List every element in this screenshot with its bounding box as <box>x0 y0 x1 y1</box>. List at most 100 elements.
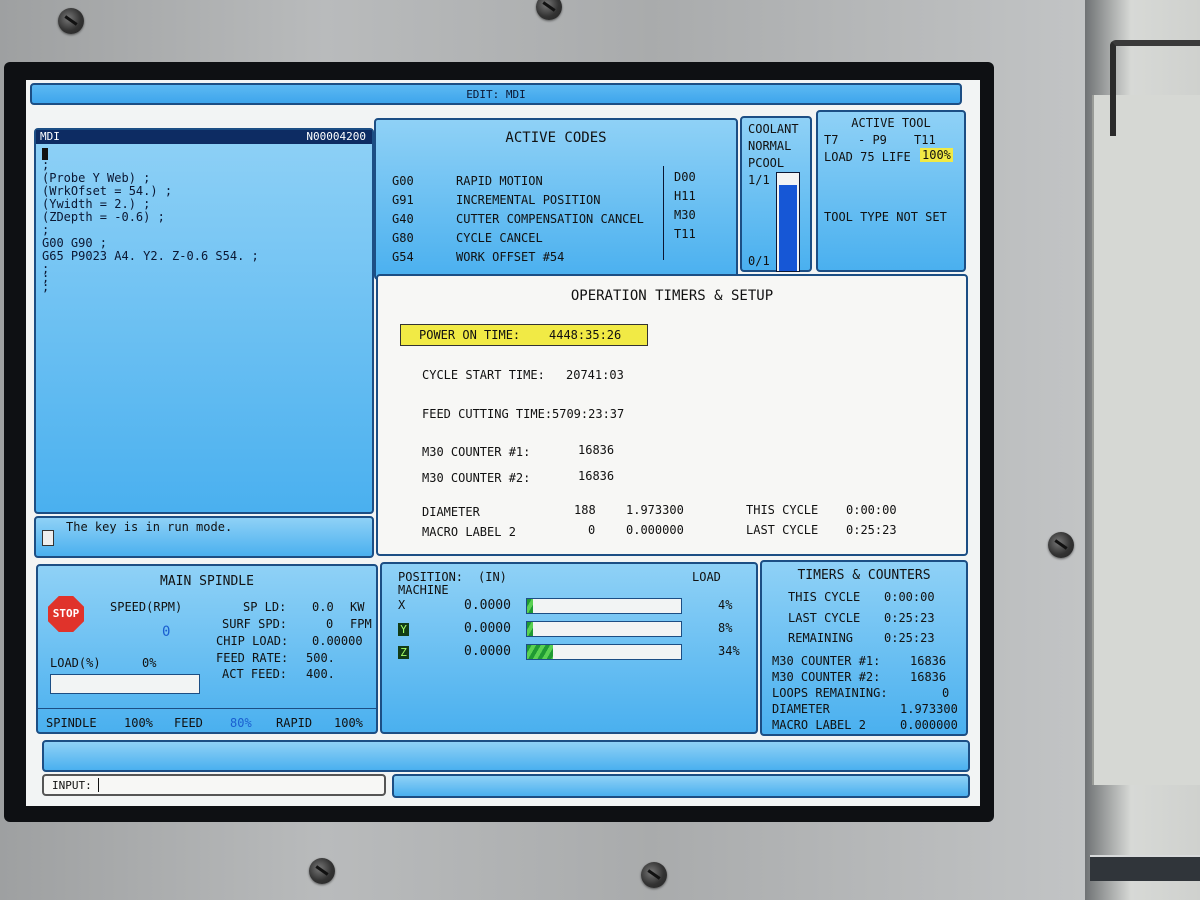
gcode-description: INCREMENTAL POSITION <box>456 193 601 207</box>
speed-value: 0 <box>162 624 171 640</box>
input-label: INPUT: <box>52 779 92 792</box>
axis-z-load-fill <box>527 645 554 659</box>
remaining-value: 0:25:23 <box>884 631 935 645</box>
screw-icon <box>641 862 667 888</box>
active-codes-panel: ACTIVE CODES G00 RAPID MOTION G91 INCREM… <box>374 118 738 280</box>
code-line[interactable]: (ZDepth = -0.6) ; <box>42 210 165 224</box>
side-code: D00 <box>674 170 696 184</box>
coolant-title: COOLANT <box>748 122 799 136</box>
codes-divider <box>663 166 664 260</box>
this-cycle-label: THIS CYCLE <box>746 503 819 517</box>
load-header: LOAD <box>692 570 721 584</box>
spindle-title: MAIN SPINDLE <box>160 574 254 589</box>
counters-macro-label: MACRO LABEL 2 <box>772 718 866 732</box>
timers-title: OPERATION TIMERS & SETUP <box>570 288 774 304</box>
cycle-start-value: 20741:03 <box>566 368 624 382</box>
status-message-panel: The key is in run mode. <box>34 516 374 558</box>
load-value: 0% <box>142 656 157 670</box>
code-line[interactable]: ; <box>42 158 49 172</box>
sp-ld-value: 0.0 <box>312 600 334 614</box>
gcode-description: WORK OFFSET #54 <box>456 250 565 264</box>
code-line[interactable]: G65 P9023 A4. Y2. Z-0.6 S54. ; <box>42 249 259 263</box>
counters-macro-value: 0.000000 <box>900 718 958 732</box>
stop-icon: STOP <box>48 596 84 632</box>
m30-counter-1-value: 16836 <box>578 443 615 457</box>
coolant-state: NORMAL <box>748 139 792 153</box>
this-cycle-value: 0:00:00 <box>846 503 897 517</box>
surf-spd-unit: FPM <box>350 617 372 631</box>
side-code: H11 <box>674 189 696 203</box>
macro-label: MACRO LABEL 2 <box>422 525 516 539</box>
program-number: N00004200 <box>306 130 366 143</box>
loops-label: LOOPS REMAINING: <box>772 686 888 700</box>
cycle-start-label: CYCLE START TIME: <box>422 368 545 382</box>
side-cabinet <box>1092 95 1200 785</box>
power-on-value: 4448:35:26 <box>549 328 622 342</box>
feed-rate-value: 500. <box>306 651 335 665</box>
gcode-description: RAPID MOTION <box>456 174 543 188</box>
position-title: POSITION: <box>398 570 464 584</box>
coolant-level-gauge <box>776 172 800 272</box>
counters-last-cycle-label: LAST CYCLE <box>788 611 861 625</box>
speed-label: SPEED(RPM) <box>110 600 183 614</box>
tool-pocket: - P9 <box>858 133 887 147</box>
timers-counters-panel: TIMERS & COUNTERS THIS CYCLE 0:00:00 LAS… <box>760 560 968 736</box>
active-codes-title: ACTIVE CODES <box>505 130 607 146</box>
code-line[interactable]: ; <box>42 280 49 294</box>
secondary-input-bar <box>392 774 970 798</box>
tool-number: T7 <box>824 133 839 147</box>
side-code: T11 <box>674 227 696 241</box>
feed-override-value: 80% <box>230 716 252 730</box>
screw-icon <box>58 8 84 34</box>
gcode: G00 <box>392 174 414 188</box>
operation-timers-panel: OPERATION TIMERS & SETUP POWER ON TIME: … <box>376 274 968 556</box>
key-lock-icon <box>42 530 54 546</box>
code-line[interactable]: G00 G90 ; <box>42 236 107 250</box>
pcool-top-label: 1/1 <box>748 173 770 187</box>
chip-load-label: CHIP LOAD: <box>216 634 289 648</box>
side-code: M30 <box>674 208 696 222</box>
loops-value: 0 <box>942 686 950 700</box>
axis-y-label: Y <box>398 623 409 636</box>
remaining-label: REMAINING <box>788 631 854 645</box>
load-label: LOAD(%) <box>50 656 101 670</box>
counters-last-cycle-value: 0:25:23 <box>884 611 935 625</box>
counters-m30-1-label: M30 COUNTER #1: <box>772 654 881 668</box>
tool-load-text: LOAD 75 LIFE <box>824 150 911 164</box>
counters-title: TIMERS & COUNTERS <box>797 568 931 583</box>
axis-y-load: 8% <box>718 621 733 635</box>
position-units: (IN) <box>478 570 507 584</box>
input-line[interactable]: INPUT: <box>42 774 386 796</box>
counters-m30-2-value: 16836 <box>910 670 947 684</box>
power-on-label: POWER ON TIME: <box>419 328 521 342</box>
code-line[interactable]: (Ywidth = 2.) ; <box>42 197 150 211</box>
code-line[interactable]: (Probe Y Web) ; <box>42 171 150 185</box>
gcode-description: CYCLE CANCEL <box>456 231 543 245</box>
mode-title: EDIT: MDI <box>466 88 526 101</box>
cabinet-handle <box>1110 40 1200 136</box>
feed-override-label: FEED <box>174 716 203 730</box>
m30-counter-1-label: M30 COUNTER #1: <box>422 445 531 459</box>
gcode-description: CUTTER COMPENSATION CANCEL <box>456 212 644 226</box>
counters-this-cycle-label: THIS CYCLE <box>788 590 861 604</box>
macro-value: 0.000000 <box>626 523 684 537</box>
mdi-program-panel[interactable]: MDI N00004200 ; (Probe Y Web) ; (WrkOfse… <box>34 128 374 514</box>
surf-spd-label: SURF SPD: <box>222 617 288 631</box>
gcode: G54 <box>392 250 414 264</box>
counters-m30-1-value: 16836 <box>910 654 947 668</box>
main-spindle-panel: MAIN SPINDLE STOP SPEED(RPM) 0 SP LD: 0.… <box>36 564 378 734</box>
message-bar <box>42 740 970 772</box>
axis-y-load-bar <box>526 621 682 637</box>
code-line[interactable]: (WrkOfset = 54.) ; <box>42 184 172 198</box>
diameter-index: 188 <box>574 503 596 517</box>
axis-x-load: 4% <box>718 598 733 612</box>
mdi-label: MDI <box>40 130 60 143</box>
gcode: G40 <box>392 212 414 226</box>
rapid-override-label: RAPID <box>276 716 313 730</box>
code-line[interactable]: ; <box>42 223 49 237</box>
act-feed-label: ACT FEED: <box>222 667 288 681</box>
next-tool: T11 <box>914 133 936 147</box>
axis-x-load-bar <box>526 598 682 614</box>
axis-x-label: X <box>398 598 406 612</box>
axis-y-load-fill <box>527 622 534 636</box>
